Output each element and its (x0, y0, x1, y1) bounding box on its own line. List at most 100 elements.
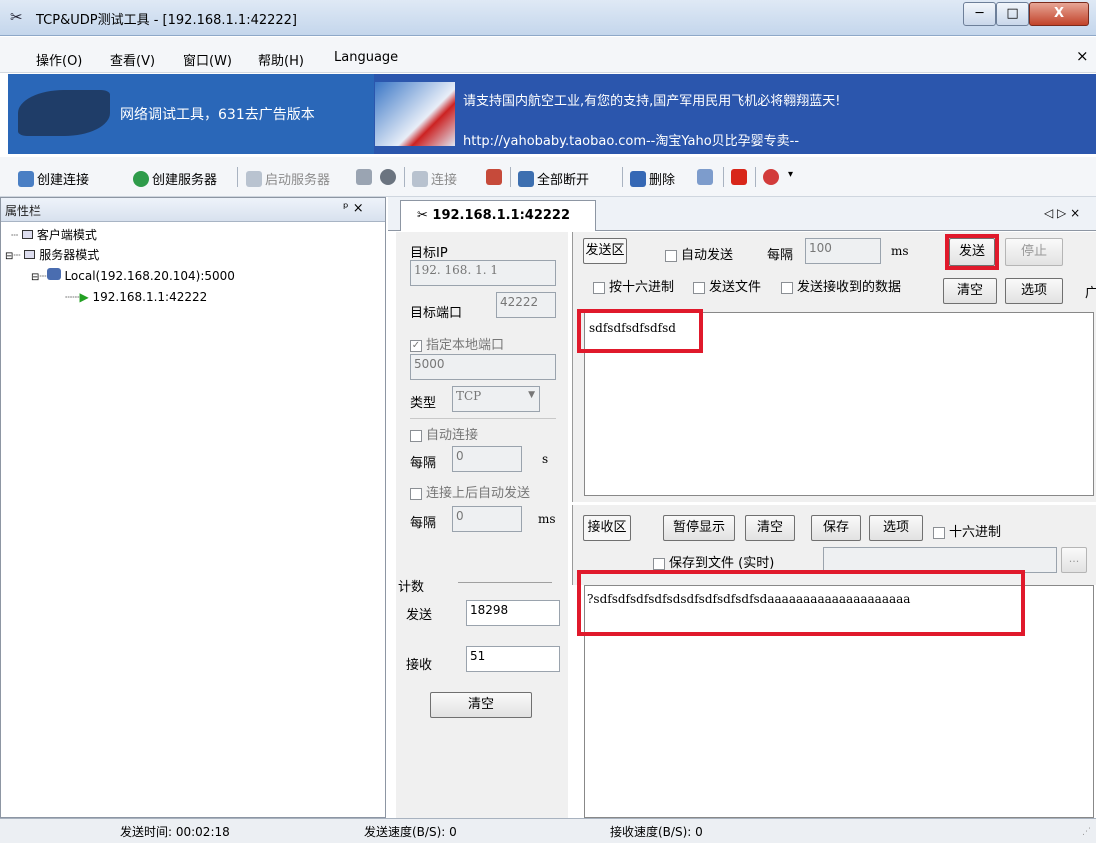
tree-item-connection[interactable]: ┄┄▶ 192.168.1.1:42222 (65, 290, 207, 304)
status-bar: 发送时间: 00:02:18 发送速度(B/S): 0 接收速度(B/S): 0… (0, 818, 1096, 843)
disconnect-button[interactable] (486, 169, 502, 185)
create-connection-button[interactable]: 创建连接 (18, 169, 89, 188)
create-server-button[interactable]: 创建服务器 (133, 169, 217, 188)
recv-hex-label: 十六进制 (949, 525, 1002, 540)
tab-nav-close-icon[interactable]: ◁ ▷ × (1044, 206, 1080, 220)
send-button[interactable]: 发送 (949, 238, 995, 266)
help-icon (763, 169, 779, 185)
hex-send-label: 按十六进制 (609, 280, 675, 295)
menu-help[interactable]: 帮助(H) (258, 50, 304, 69)
divider (410, 418, 556, 419)
tree-item-local-server[interactable]: ⊟┄ Local(192.168.20.104):5000 (31, 268, 235, 283)
connect-button[interactable]: 连接 (412, 169, 457, 188)
save-to-file-checkbox[interactable]: 保存到文件 (实时) (653, 552, 774, 571)
auto-connect-checkbox[interactable]: 自动连接 (410, 424, 478, 443)
type-select[interactable]: TCP ▼ (452, 386, 540, 412)
checkbox-icon (410, 429, 422, 442)
recv-hex-checkbox[interactable]: 十六进制 (933, 521, 1001, 540)
resize-grip-icon[interactable]: ⋰ (1082, 827, 1091, 837)
interval2-unit: ms (538, 512, 556, 526)
delete-label: 删除 (649, 173, 676, 188)
type-value: TCP (456, 389, 482, 403)
target-port-field[interactable]: 42222 (496, 292, 556, 318)
send-interval-field[interactable]: 100 (805, 238, 881, 264)
start-server-icon (246, 170, 262, 187)
recv-clear-button[interactable]: 清空 (745, 515, 795, 541)
menu-language[interactable]: Language (334, 50, 398, 65)
send-file-label: 发送文件 (709, 280, 762, 295)
send-interval-unit: ms (891, 244, 909, 258)
document-tab-strip: ✂ 192.168.1.1:42222 ◁ ▷ × (388, 197, 1096, 231)
toolbar-divider (237, 167, 238, 187)
checkbox-icon (653, 557, 665, 570)
panel-pin-close-icon[interactable]: ᵖ × (343, 201, 364, 216)
count-divider (458, 582, 552, 583)
connect-icon (412, 170, 428, 187)
receive-textarea[interactable]: ?sdfsdfsdfsdfsdsdfsdfsdfsdfsdaaaaaaaaaaa… (577, 570, 1094, 818)
close-server-button[interactable] (380, 169, 396, 185)
toolbar-overflow-button[interactable]: ▾ (788, 169, 793, 180)
local-port-field[interactable]: 5000 (410, 354, 556, 380)
help-button[interactable] (763, 169, 779, 185)
close-window-button[interactable]: X (1029, 2, 1089, 26)
stop-button[interactable] (731, 169, 747, 185)
checkbox-icon (410, 487, 422, 500)
send-time-status: 发送时间: 00:02:18 (120, 825, 230, 839)
tree-item-client-mode[interactable]: ┄ 客户端模式 (11, 226, 97, 243)
send-options-button[interactable]: 选项 (1005, 278, 1063, 304)
tree-item-server-mode[interactable]: ⊟┄ 服务器模式 (5, 246, 99, 263)
window-title: TCP&UDP测试工具 - [192.168.1.1:42222] (36, 13, 297, 28)
create-server-label: 创建服务器 (152, 173, 218, 188)
ad-banner[interactable]: 网络调试工具，631去广告版本 请支持国内航空工业,有您的支持,国产军用民用飞机… (8, 74, 1096, 154)
recv-speed-status: 接收速度(B/S): 0 (610, 825, 703, 839)
close-circle-icon (380, 169, 396, 185)
disconnect-all-button[interactable]: 全部断开 (518, 169, 589, 188)
banner-link[interactable]: http://yahobaby.taobao.com--淘宝Yaho贝比孕婴专卖… (463, 130, 799, 149)
receive-area-label: 接收区 (583, 515, 631, 541)
connection-label: 192.168.1.1:42222 (92, 290, 208, 304)
toolbar: 创建连接 创建服务器 启动服务器 连接 全部断开 删除 ▾ (0, 157, 1096, 197)
minimize-button[interactable]: ─ (963, 2, 996, 26)
auto-send-label: 自动发送 (681, 248, 734, 263)
menu-window[interactable]: 窗口(W) (183, 50, 232, 69)
local-server-label: Local(192.168.20.104):5000 (64, 269, 235, 283)
menu-view[interactable]: 查看(V) (110, 50, 155, 69)
hex-send-checkbox[interactable]: 按十六进制 (593, 276, 674, 295)
client-mode-label: 客户端模式 (36, 228, 97, 242)
computer-icon (22, 230, 34, 239)
delete-button[interactable]: 删除 (630, 169, 675, 188)
send-textarea[interactable]: sdfsdfsdfsdfsd (577, 309, 1094, 496)
recv-save-button[interactable]: 保存 (811, 515, 861, 541)
stop-server-button[interactable] (356, 169, 372, 185)
interval1-field[interactable]: 0 (452, 446, 522, 472)
interval2-field[interactable]: 0 (452, 506, 522, 532)
mdi-close-icon[interactable]: × (1076, 47, 1089, 65)
checkbox-icon (933, 526, 945, 539)
menu-operation[interactable]: 操作(O) (36, 50, 82, 69)
recv-options-button[interactable]: 选项 (869, 515, 923, 541)
local-port-checkbox[interactable]: ✓ 指定本地端口 (410, 334, 504, 353)
local-port-label: 指定本地端口 (426, 338, 505, 353)
stop-send-button[interactable]: 停止 (1005, 238, 1063, 266)
auto-send-after-connect-checkbox[interactable]: 连接上后自动发送 (410, 482, 530, 501)
tab-connection[interactable]: ✂ 192.168.1.1:42222 (400, 200, 596, 231)
send-count-label: 发送 (406, 608, 433, 623)
truncated-button-label[interactable]: 广 (1085, 282, 1096, 301)
type-label: 类型 (410, 396, 437, 411)
title-bar: ✂ TCP&UDP测试工具 - [192.168.1.1:42222] ─ □ … (0, 0, 1096, 36)
airliner-image (375, 82, 455, 146)
target-ip-field[interactable]: 192. 168. 1. 1 (410, 260, 556, 286)
maximize-button[interactable]: □ (996, 2, 1029, 26)
recv-count-field[interactable]: 51 (466, 646, 560, 672)
property-panel-title: 属性栏 (5, 204, 42, 218)
browse-button[interactable]: ... (1061, 547, 1087, 573)
pause-display-button[interactable]: 暂停显示 (663, 515, 735, 541)
send-count-field[interactable]: 18298 (466, 600, 560, 626)
start-server-button[interactable]: 启动服务器 (246, 169, 330, 188)
delete-all-button[interactable] (697, 169, 713, 185)
send-received-checkbox[interactable]: 发送接收到的数据 (781, 276, 901, 295)
send-file-checkbox[interactable]: 发送文件 (693, 276, 761, 295)
clear-count-button[interactable]: 清空 (430, 692, 532, 718)
send-clear-button[interactable]: 清空 (943, 278, 997, 304)
auto-send-checkbox[interactable]: 自动发送 (665, 244, 733, 263)
